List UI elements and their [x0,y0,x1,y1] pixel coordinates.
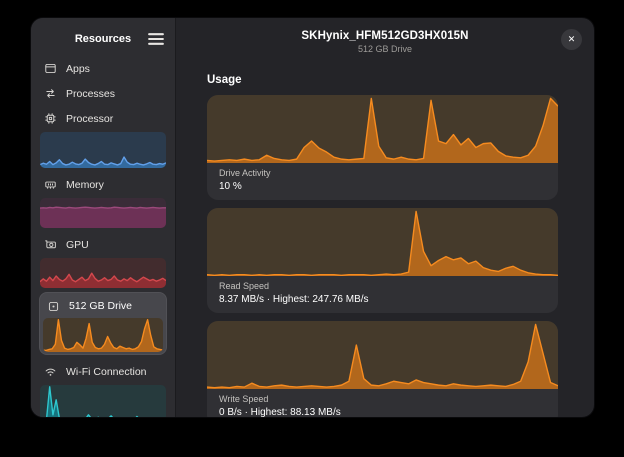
drive-activity-card: Drive Activity 10 % [207,95,558,200]
close-button[interactable]: ✕ [561,29,582,50]
gpu-sparkline [40,258,166,288]
card-label: Drive Activity [219,168,546,178]
sidebar-title: Resources [75,33,131,45]
main-pane: SKHynix_HFM512GD3HX015N 512 GB Drive ✕ U… [176,18,594,417]
header: SKHynix_HFM512GD3HX015N 512 GB Drive ✕ [176,18,594,64]
page-title: SKHynix_HFM512GD3HX015N [301,30,468,42]
sidebar-item-label: Apps [66,63,90,75]
sidebar-item-label: GPU [66,239,89,251]
sidebar-item-wifi[interactable]: Wi-Fi Connection [39,359,167,417]
sidebar-item-drive-selected[interactable]: 512 GB Drive [39,292,167,355]
sidebar-item-processes[interactable]: Processes [39,81,167,106]
drive-icon [47,300,60,313]
usage-section: Usage Drive Activity 10 % Read Speed 8.3… [176,74,594,417]
write-speed-card: Write Speed 0 B/s · Highest: 88.13 MB/s [207,321,558,417]
memory-icon [44,178,57,191]
drive-sparkline [43,318,163,352]
apps-icon [44,62,57,75]
menu-button[interactable] [145,28,167,50]
sidebar-item-label: Memory [66,179,104,191]
card-value: 8.37 MB/s · Highest: 247.76 MB/s [219,294,546,305]
sidebar-item-apps[interactable]: Apps [39,56,167,81]
drive-activity-chart [207,95,558,163]
hamburger-icon [145,28,167,50]
sidebar: Resources Apps Processes [31,18,176,417]
sidebar-item-label: Processes [66,88,115,100]
sidebar-item-memory[interactable]: Memory [39,172,167,228]
gpu-icon [44,238,57,251]
processor-sparkline [40,132,166,168]
sidebar-item-label: 512 GB Drive [69,300,132,312]
wifi-sparkline [40,385,166,417]
page-subtitle: 512 GB Drive [358,44,412,54]
card-value: 0 B/s · Highest: 88.13 MB/s [219,407,546,417]
sidebar-header: Resources [39,24,167,54]
read-speed-chart [207,208,558,276]
sidebar-item-gpu[interactable]: GPU [39,232,167,288]
sidebar-item-label: Processor [66,113,113,125]
sidebar-item-label: Wi-Fi Connection [66,366,147,378]
app-window: Resources Apps Processes [31,18,594,417]
write-speed-chart [207,321,558,389]
card-value: 10 % [219,181,546,192]
memory-sparkline [40,198,166,228]
processor-icon [44,112,57,125]
card-label: Write Speed [219,394,546,404]
card-label: Read Speed [219,281,546,291]
processes-icon [44,87,57,100]
read-speed-card: Read Speed 8.37 MB/s · Highest: 247.76 M… [207,208,558,313]
wifi-icon [44,365,57,378]
sidebar-item-processor[interactable]: Processor [39,106,167,168]
section-title: Usage [207,74,558,86]
